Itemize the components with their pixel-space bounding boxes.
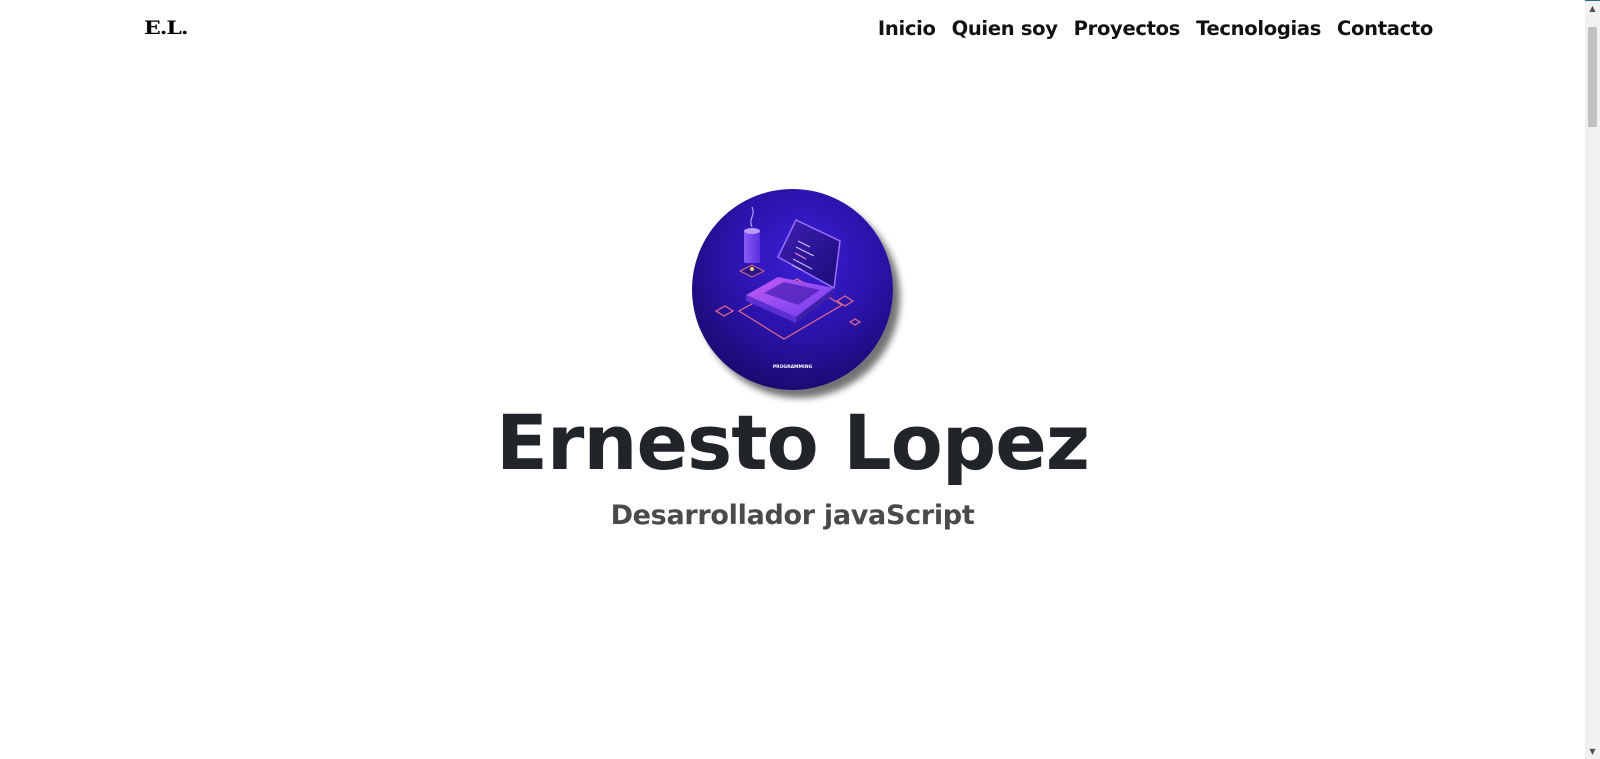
vertical-scrollbar[interactable]: ▲ ▼ — [1585, 1, 1600, 759]
hero-name: Ernesto Lopez — [495, 398, 1090, 487]
avatar-caption: PROGRAMMING — [773, 364, 813, 370]
profile-avatar: PROGRAMMING — [692, 189, 893, 390]
scroll-thumb[interactable] — [1588, 27, 1597, 127]
laptop-illustration-icon: PROGRAMMING — [714, 206, 862, 370]
page: E.L. Inicio Quien soy Proyectos Tecnolog… — [0, 0, 1585, 759]
arrow-up-icon[interactable]: ▲ — [1585, 1, 1600, 16]
hero-role: Desarrollador javaScript — [610, 500, 975, 531]
arrow-down-icon[interactable]: ▼ — [1585, 744, 1600, 759]
hero-section: PROGRAMMING Ernesto Lopez Desarrollador … — [0, 0, 1585, 759]
